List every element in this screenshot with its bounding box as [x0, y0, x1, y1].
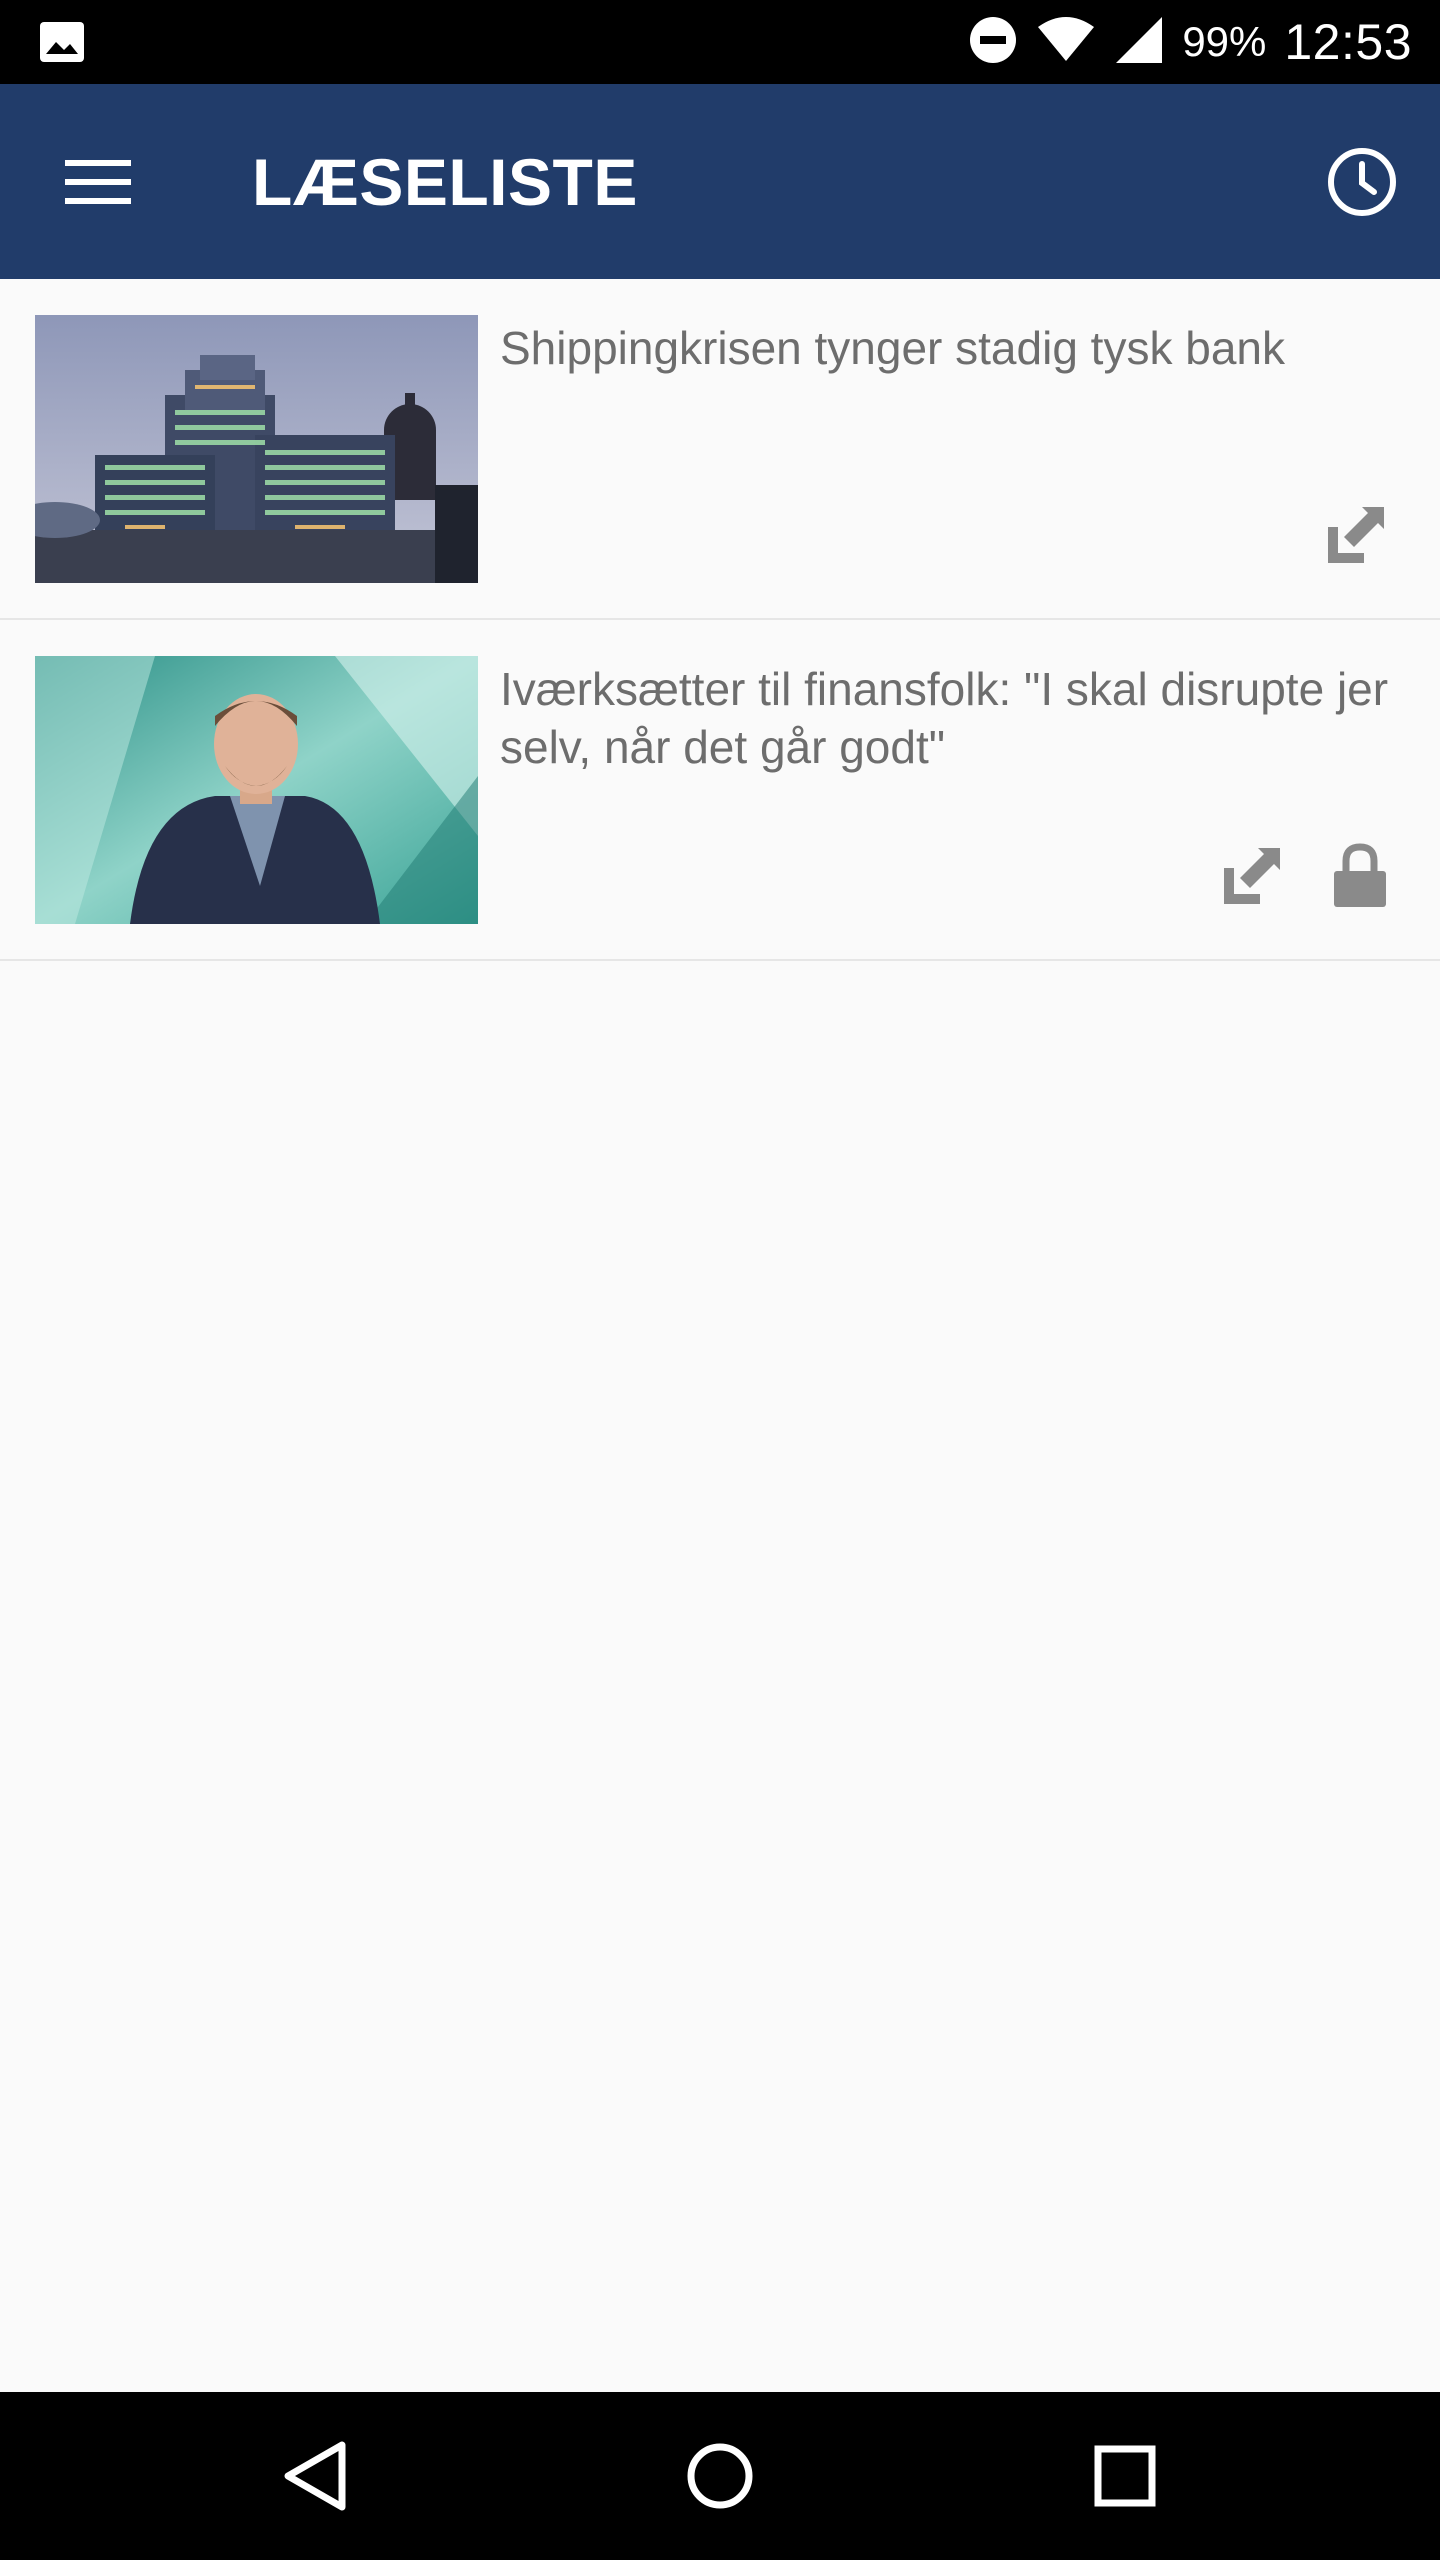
- article-thumbnail[interactable]: [35, 656, 478, 924]
- hamburger-menu-icon: [65, 160, 131, 204]
- lock-indicator: [1324, 840, 1396, 912]
- status-bar: 99% 12:53: [0, 0, 1440, 84]
- back-triangle-icon: [284, 2441, 346, 2511]
- do-not-disturb-icon: [968, 15, 1018, 70]
- page-title: LÆSELISTE: [252, 144, 638, 219]
- history-button[interactable]: [1314, 134, 1410, 230]
- share-out-icon: [1328, 507, 1384, 563]
- status-time: 12:53: [1284, 14, 1412, 70]
- recents-button[interactable]: [1075, 2426, 1175, 2526]
- wifi-icon: [1036, 15, 1096, 70]
- article-title[interactable]: Iværksætter til finansfolk: "I skal disr…: [500, 660, 1405, 776]
- app-bar: LÆSELISTE: [0, 84, 1440, 279]
- share-out-icon: [1224, 848, 1280, 904]
- cell-signal-icon: [1114, 15, 1164, 70]
- article-title[interactable]: Shippingkrisen tynger stadig tysk bank: [500, 319, 1405, 377]
- reading-list: Shippingkrisen tynger stadig tysk bank I…: [0, 279, 1440, 961]
- menu-button[interactable]: [50, 140, 146, 224]
- share-out-button[interactable]: [1320, 499, 1392, 571]
- battery-percentage: 99%: [1182, 18, 1267, 65]
- article-thumbnail[interactable]: [35, 315, 478, 583]
- lock-icon: [1334, 843, 1386, 907]
- recents-square-icon: [1094, 2445, 1156, 2507]
- back-button[interactable]: [265, 2426, 365, 2526]
- list-item[interactable]: Shippingkrisen tynger stadig tysk bank: [0, 279, 1440, 620]
- share-out-button[interactable]: [1216, 840, 1288, 912]
- clock-icon: [1328, 148, 1396, 216]
- home-button[interactable]: [670, 2426, 770, 2526]
- image-icon: [38, 20, 86, 64]
- status-right: 99% 12:53: [968, 0, 1412, 84]
- home-circle-icon: [687, 2443, 753, 2509]
- navigation-bar: [0, 2392, 1440, 2560]
- list-item[interactable]: Iværksætter til finansfolk: "I skal disr…: [0, 620, 1440, 961]
